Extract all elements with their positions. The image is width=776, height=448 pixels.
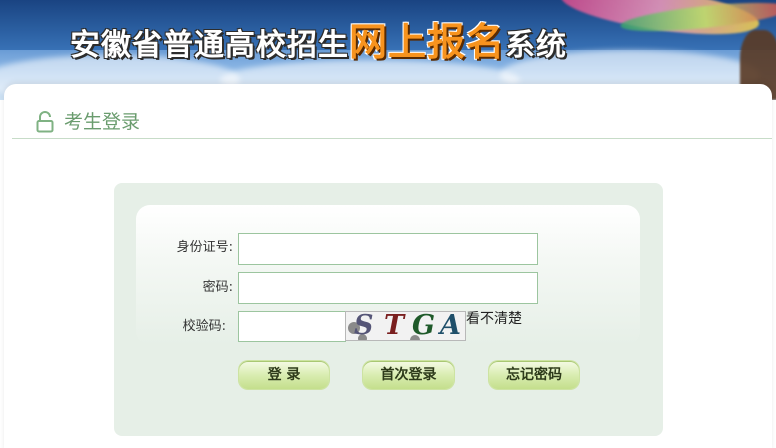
banner-title: 安徽省普通高校招生网上报名系统 — [70, 22, 567, 66]
forgot-password-button[interactable]: 忘记密码 — [489, 361, 579, 389]
login-box — [114, 183, 663, 436]
banner-title-prefix: 安徽省普通高校招生 — [70, 28, 349, 63]
page: 安徽省普通高校招生网上报名系统 考生登录 身份证号: 密码: 校验码: S T … — [0, 0, 776, 448]
banner-title-suffix: 系统 — [505, 28, 568, 63]
id-number-label: 身份证号: — [176, 240, 233, 255]
captcha-char: S — [354, 311, 374, 341]
captcha-char: G — [412, 311, 436, 341]
captcha-input[interactable] — [238, 311, 346, 342]
captcha-refresh-link[interactable]: 看不清楚 — [466, 310, 522, 328]
first-login-button[interactable]: 首次登录 — [363, 361, 454, 389]
captcha-label: 校验码: — [182, 319, 226, 334]
login-button[interactable]: 登 录 — [239, 361, 329, 389]
password-label: 密码: — [202, 280, 233, 295]
section-title: 考生登录 — [64, 111, 141, 133]
lock-icon — [36, 111, 54, 133]
captcha-char: A — [440, 311, 461, 341]
banner-title-highlight: 网上报名 — [349, 20, 506, 64]
captcha-image[interactable]: S T G A — [345, 311, 466, 341]
id-number-input[interactable] — [238, 233, 538, 265]
captcha-char: T — [384, 311, 405, 341]
password-input[interactable] — [238, 272, 538, 304]
section-header: 考生登录 — [12, 108, 772, 139]
